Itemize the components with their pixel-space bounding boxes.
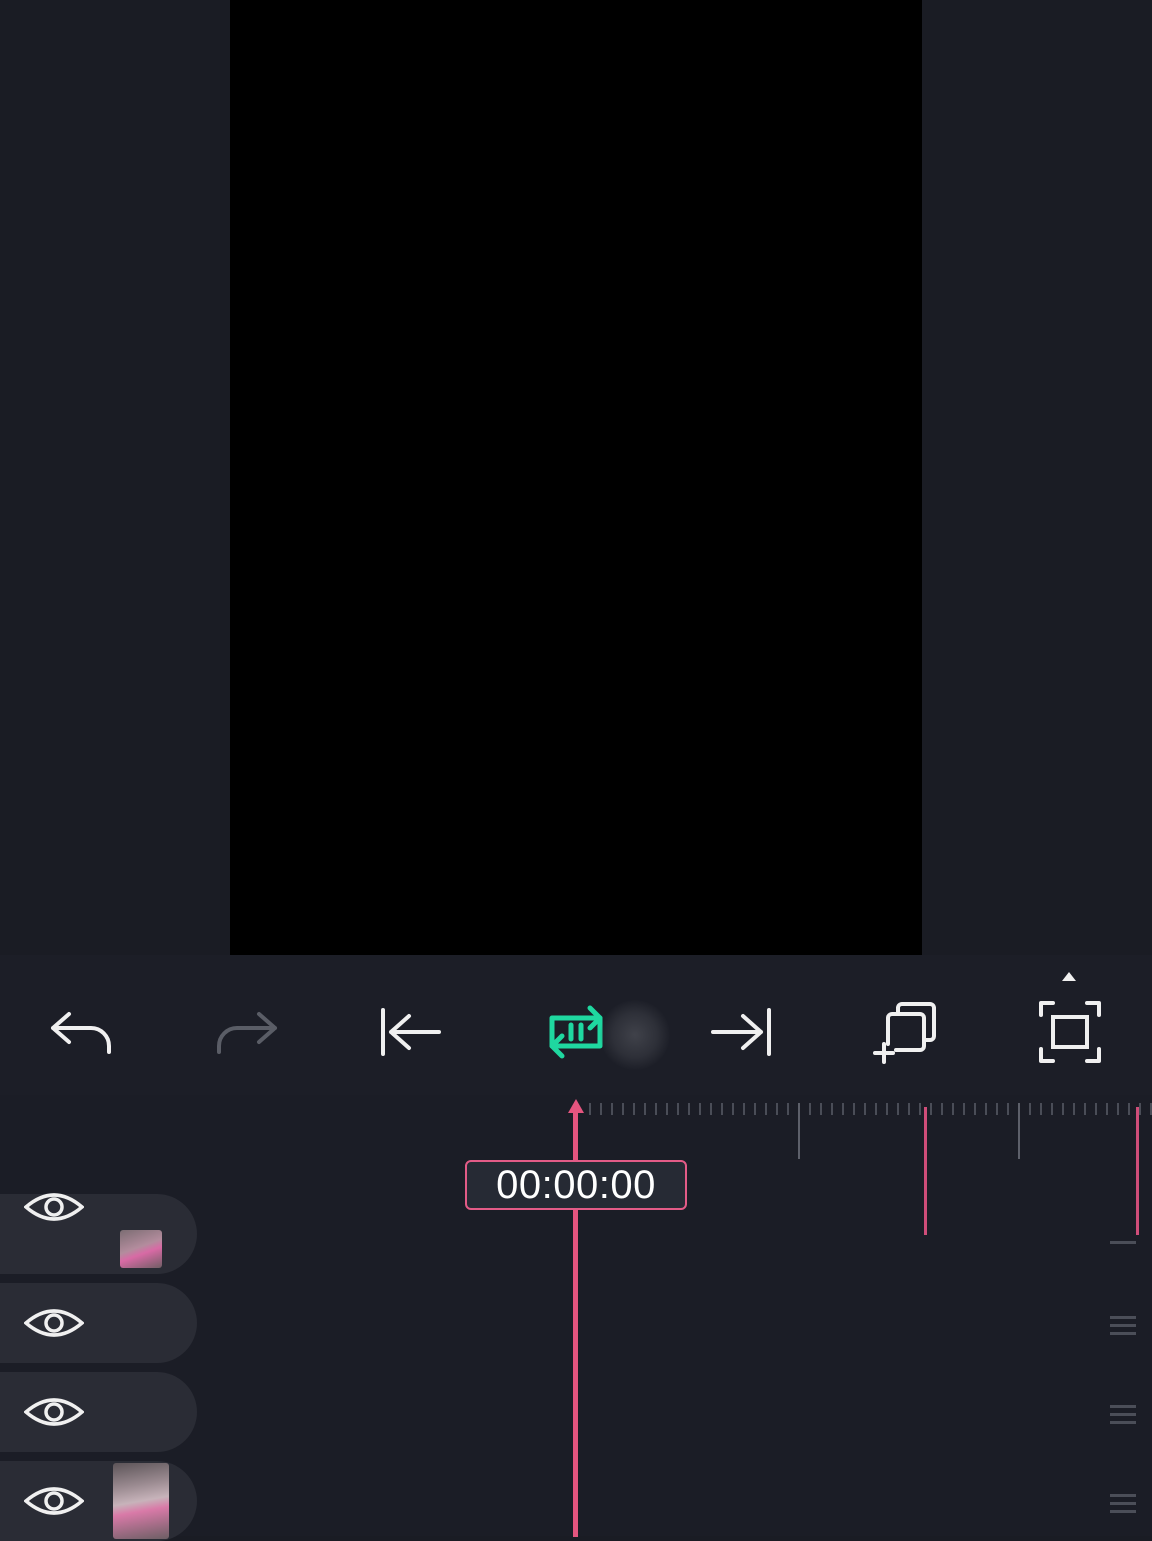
- timeline-panel[interactable]: 00:00:00: [0, 1095, 1152, 1541]
- drag-handle-icon[interactable]: [1110, 1494, 1136, 1518]
- jump-to-start-button[interactable]: [370, 992, 450, 1072]
- current-time: 00:00:00: [496, 1162, 656, 1207]
- jump-to-start-icon: [381, 1008, 441, 1056]
- track-thumbnail: [120, 1230, 162, 1268]
- jump-to-end-button[interactable]: [702, 992, 782, 1072]
- track-thumbnail: [113, 1463, 169, 1539]
- add-layer-button[interactable]: [866, 992, 946, 1072]
- visibility-eye-icon[interactable]: [24, 1305, 84, 1341]
- redo-button[interactable]: [206, 992, 286, 1072]
- undo-button[interactable]: [42, 992, 122, 1072]
- fullscreen-icon: [1039, 1001, 1101, 1063]
- redo-icon: [217, 1012, 277, 1054]
- jump-to-end-icon: [711, 1008, 771, 1056]
- editor-toolbar: [0, 955, 1152, 1095]
- track-handle[interactable]: [1110, 1241, 1136, 1244]
- visibility-eye-icon[interactable]: [24, 1483, 84, 1519]
- current-time-badge: 00:00:00: [465, 1160, 687, 1210]
- drag-handle-icon[interactable]: [1110, 1316, 1136, 1340]
- playhead-cap-icon: [568, 1099, 584, 1113]
- drag-handle-icon[interactable]: [1110, 1405, 1136, 1429]
- loop-play-icon: [549, 1005, 603, 1059]
- fullscreen-button[interactable]: [1030, 992, 1110, 1072]
- touch-indicator: [600, 1000, 670, 1070]
- undo-icon: [51, 1012, 111, 1054]
- expand-caret-icon[interactable]: [1062, 972, 1076, 981]
- preview-area: [0, 0, 1152, 955]
- keyframe-marker[interactable]: [1136, 1107, 1139, 1235]
- track-header[interactable]: [0, 1193, 197, 1274]
- visibility-eye-icon[interactable]: [24, 1189, 84, 1225]
- track-header[interactable]: [0, 1283, 197, 1363]
- keyframe-marker[interactable]: [924, 1107, 927, 1235]
- visibility-eye-icon[interactable]: [24, 1394, 84, 1430]
- track-header[interactable]: [0, 1372, 197, 1452]
- video-preview-canvas[interactable]: [230, 0, 922, 955]
- add-layer-icon: [873, 1002, 936, 1064]
- track-header[interactable]: [0, 1461, 197, 1541]
